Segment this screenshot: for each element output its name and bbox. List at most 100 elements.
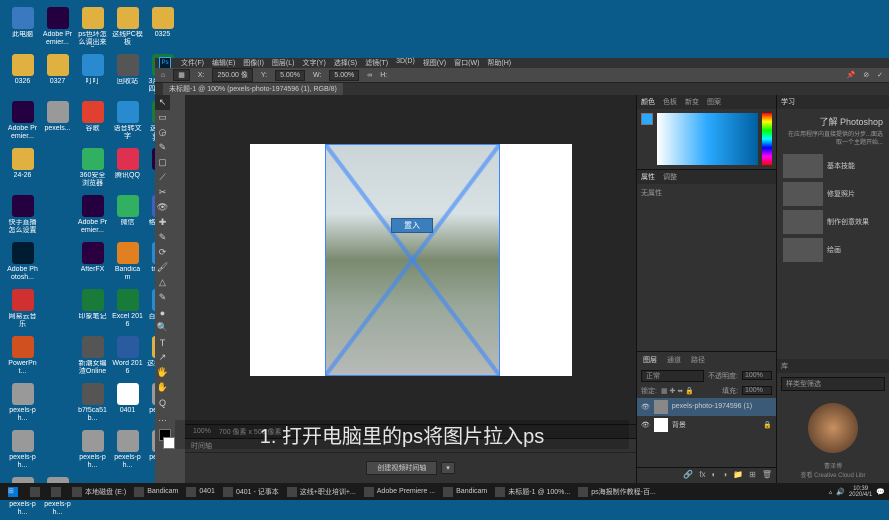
panel-tab[interactable]: 调整 [663, 172, 677, 182]
menu-item[interactable]: 选择(S) [334, 58, 357, 68]
tool-button[interactable]: ▢ [155, 155, 170, 170]
desktop-icon[interactable]: 0327 [40, 52, 75, 97]
desktop-icon[interactable]: pexels-ph... [5, 381, 40, 426]
desktop-icon[interactable]: Adobe Premier... [40, 5, 75, 50]
learn-tab[interactable]: 学习 [781, 97, 795, 107]
learn-item[interactable]: 基本技能 [783, 154, 883, 178]
menu-item[interactable]: 编辑(E) [212, 58, 235, 68]
group-icon[interactable]: 📁 [733, 470, 743, 481]
placed-image[interactable]: 置入 [325, 144, 500, 376]
desktop-icon[interactable]: Excel 2016 [110, 287, 145, 332]
desktop-icon[interactable]: b7f5ca51b... [75, 381, 110, 426]
desktop-icon[interactable] [40, 334, 75, 379]
desktop-icon[interactable]: 快手直播怎么设置 [5, 193, 40, 238]
notification-icon[interactable]: 💬 [876, 488, 885, 496]
desktop-icon[interactable]: Adobe Premier... [5, 99, 40, 144]
panel-tab[interactable]: 图层 [643, 355, 657, 365]
learn-item[interactable]: 绘画 [783, 238, 883, 262]
taskbar-button[interactable]: 0401 - 记事本 [219, 483, 283, 500]
place-button[interactable]: 置入 [391, 218, 433, 233]
bg-color[interactable] [163, 437, 175, 449]
tool-button[interactable]: 🔍 [155, 320, 170, 335]
link-icon[interactable]: 🔗 [683, 470, 693, 481]
opacity-input[interactable]: 100% [742, 371, 772, 380]
commit-icon[interactable]: ✓ [877, 71, 883, 79]
taskbar-button[interactable]: 未标题-1 @ 100%... [491, 483, 574, 500]
desktop-icon[interactable] [40, 240, 75, 285]
layer-name[interactable]: pexels-photo-1974596 (1) [672, 403, 752, 410]
start-button[interactable]: ⊞ [4, 483, 22, 500]
learn-item[interactable]: 制作创意效果 [783, 210, 883, 234]
fx-icon[interactable]: fx [699, 470, 705, 481]
taskbar-button[interactable] [47, 483, 68, 500]
create-timeline-button[interactable]: 创建视频时间轴 [366, 461, 437, 475]
desktop-icon[interactable]: ps色环怎么调出来2 [75, 5, 110, 50]
desktop-icon[interactable] [40, 193, 75, 238]
new-layer-icon[interactable]: ⊞ [749, 470, 756, 481]
adjustment-icon[interactable]: ◑ [722, 470, 727, 481]
desktop-icon[interactable]: 回收站 [110, 52, 145, 97]
tool-button[interactable]: ✎ [155, 140, 170, 155]
blend-mode-dropdown[interactable]: 正常 [641, 370, 704, 382]
tray-icon[interactable]: ▵ [829, 488, 833, 496]
hue-slider[interactable] [762, 113, 772, 165]
desktop-icon[interactable]: 0325 [145, 5, 180, 50]
desktop-icon[interactable]: 网易云音乐 [5, 287, 40, 332]
desktop-icon[interactable]: pexels-ph... [5, 428, 40, 473]
visibility-icon[interactable]: 👁 [641, 403, 650, 411]
tool-button[interactable]: Q [155, 395, 170, 410]
tool-button[interactable]: 🖌 [155, 260, 170, 275]
tool-button[interactable]: ✎ [155, 290, 170, 305]
cancel-icon[interactable]: ⊘ [863, 71, 869, 79]
lock-icons[interactable]: ▦ ✚ ⬌ 🔒 [661, 387, 694, 395]
taskbar-button[interactable]: ps海报制作教程-百... [574, 483, 660, 500]
desktop-icon[interactable]: pexels-ph... [110, 428, 145, 473]
menu-item[interactable]: 文件(F) [181, 58, 204, 68]
tool-button[interactable]: … [155, 410, 170, 425]
library-tab[interactable]: 库 [781, 361, 788, 371]
panel-tab[interactable]: 颜色 [641, 97, 655, 107]
tool-button[interactable]: ● [155, 305, 170, 320]
desktop-icon[interactable]: PowerPnt... [5, 334, 40, 379]
desktop-icon[interactable]: 新潮女编渣Online [75, 334, 110, 379]
menu-item[interactable]: 3D(D) [396, 58, 415, 68]
menu-item[interactable]: 图层(L) [272, 58, 295, 68]
desktop-icon[interactable]: 360安全浏览器 [75, 146, 110, 191]
desktop-icon[interactable]: 24-26 [5, 146, 40, 191]
menu-item[interactable]: 帮助(H) [487, 58, 511, 68]
tool-button[interactable]: ◶ [155, 125, 170, 140]
panel-tab[interactable]: 路径 [691, 355, 705, 365]
tool-button[interactable]: ✂ [155, 185, 170, 200]
x-input[interactable]: 250.00 像 [212, 68, 252, 82]
panel-tab[interactable]: 图案 [707, 97, 721, 107]
desktop-icon[interactable]: 谷歌 [75, 99, 110, 144]
visibility-icon[interactable]: 👁 [641, 421, 650, 429]
layer-row[interactable]: 👁 背景 🔒 [637, 416, 776, 434]
desktop-icon[interactable]: 0401 [110, 381, 145, 426]
menu-item[interactable]: 视图(V) [423, 58, 446, 68]
tool-button[interactable]: ✋ [155, 380, 170, 395]
desktop-icon[interactable]: 此电脑 [5, 5, 40, 50]
color-gradient[interactable] [657, 113, 758, 165]
desktop-icon[interactable] [40, 381, 75, 426]
fill-input[interactable]: 100% [742, 386, 772, 395]
panel-tab[interactable]: 新变 [685, 97, 699, 107]
taskbar-button[interactable] [26, 483, 47, 500]
menu-item[interactable]: 文字(Y) [302, 58, 325, 68]
desktop-icon[interactable]: Adobe Photosh... [5, 240, 40, 285]
tool-button[interactable]: 🖐 [155, 365, 170, 380]
document[interactable]: 置入 [250, 144, 572, 376]
desktop-icon[interactable]: 语音转文字 [110, 99, 145, 144]
tool-button[interactable]: ↖ [155, 95, 170, 110]
taskbar-button[interactable]: 本地磁盘 (E:) [68, 483, 130, 500]
layer-name[interactable]: 背景 [672, 420, 686, 430]
tool-button[interactable]: ↗ [155, 350, 170, 365]
tool-button[interactable]: 👁 [155, 200, 170, 215]
menu-item[interactable]: 图像(I) [243, 58, 264, 68]
zoom-level[interactable]: 100% [193, 428, 211, 435]
desktop-icon[interactable]: 0326 [5, 52, 40, 97]
panel-tab[interactable]: 色板 [663, 97, 677, 107]
desktop-icon[interactable]: Adobe Premier... [75, 193, 110, 238]
tool-button[interactable]: △ [155, 275, 170, 290]
doc-tab[interactable]: 未标题-1 @ 100% (pexels-photo-1974596 (1), … [163, 83, 343, 95]
